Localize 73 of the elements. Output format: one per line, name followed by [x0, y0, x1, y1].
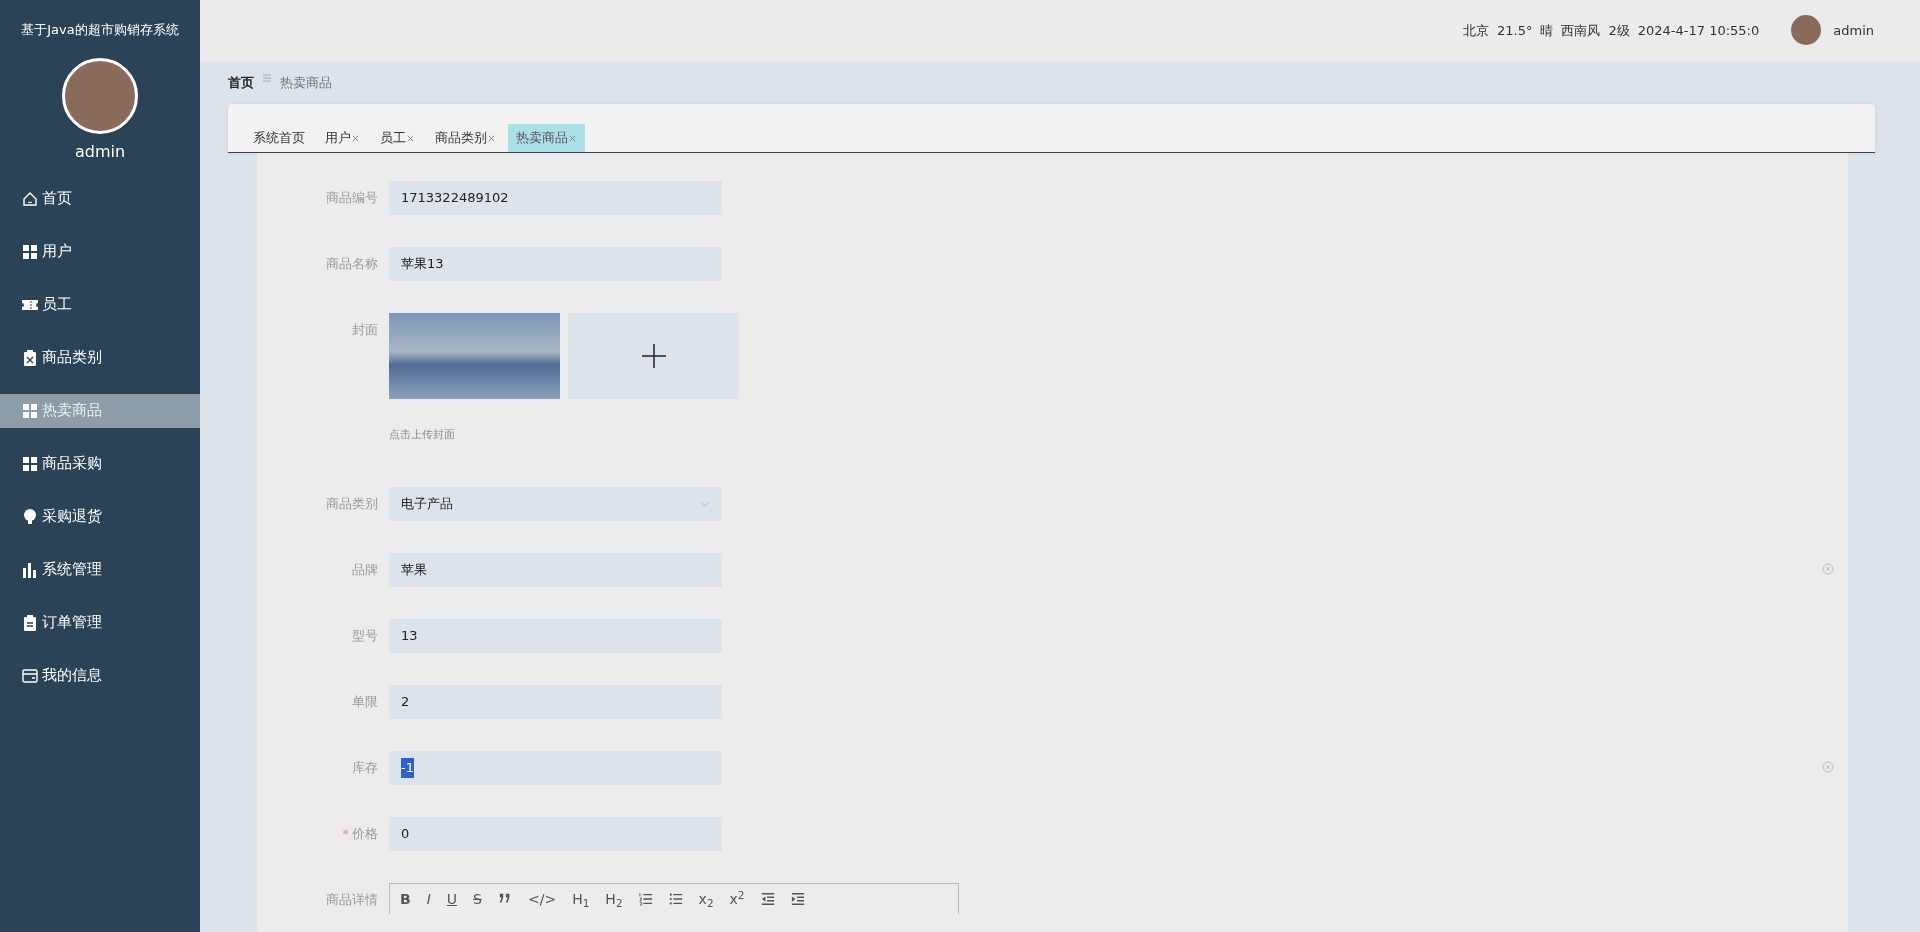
field-label: 库存 — [351, 759, 379, 778]
close-icon[interactable] — [351, 134, 360, 144]
tab[interactable]: 用户 — [317, 124, 368, 152]
format-button[interactable]: S — [473, 892, 482, 907]
close-icon[interactable] — [487, 134, 496, 144]
bullet-list-icon[interactable] — [668, 892, 683, 907]
input-field[interactable]: 13 — [389, 619, 722, 654]
house-icon — [22, 190, 38, 207]
field-label: 单限 — [351, 693, 379, 712]
format-button[interactable]: U — [446, 892, 458, 907]
tab[interactable]: 热卖商品 — [508, 124, 585, 152]
format-button[interactable]: x$_{2}$ — [698, 892, 714, 907]
input-field[interactable]: 0 — [389, 817, 722, 852]
user-name[interactable]: admin — [1833, 20, 1874, 41]
input-field[interactable]: 苹果 — [389, 553, 722, 588]
field-label: 品牌 — [351, 561, 379, 580]
weather-text: 北京 — [1463, 21, 1489, 40]
clipboard-icon — [22, 614, 38, 631]
field-label: 型号 — [351, 627, 379, 646]
separator-icon — [262, 72, 272, 83]
plus-icon — [641, 343, 666, 368]
upload-hint: 点击上传封面 — [389, 426, 456, 443]
bar-chart-icon — [22, 561, 38, 578]
light-bulb-icon — [22, 508, 38, 525]
field-label: 商品名称 — [325, 254, 379, 273]
numbered-list-icon[interactable] — [638, 892, 653, 907]
clipboard-x-icon — [22, 349, 38, 366]
outdent-icon[interactable] — [760, 892, 775, 907]
tab[interactable]: 员工 — [372, 124, 423, 152]
weather-text: 2级 — [1608, 21, 1630, 40]
grid-icon — [22, 402, 38, 419]
tab[interactable]: 商品类别 — [427, 124, 504, 152]
format-button[interactable]: H$_{2}$ — [605, 892, 623, 907]
format-button[interactable]: I — [426, 892, 431, 907]
sidebar-item[interactable]: 我的信息 — [0, 658, 200, 693]
breadcrumb-item[interactable]: 首页 — [228, 72, 254, 93]
sidebar-item[interactable]: 首页 — [0, 181, 200, 216]
format-button[interactable]: B — [400, 892, 411, 907]
app-title: 基于Java的超市购销存系统 — [20, 21, 180, 39]
format-button[interactable]: </> — [527, 892, 557, 907]
input-field[interactable]: 1713322489102 — [389, 180, 722, 215]
format-button[interactable]: x$^{2}$ — [729, 892, 745, 907]
input-field[interactable]: -1 — [389, 751, 722, 786]
weather-text: 2024-4-17 10:55:0 — [1637, 21, 1760, 40]
weather-text: 21.5° — [1497, 21, 1533, 40]
field-label: * 价格 — [341, 825, 379, 844]
input-field[interactable]: 2 — [389, 685, 722, 720]
grid-icon — [22, 243, 38, 260]
field-label: 商品类别 — [325, 495, 379, 514]
sidebar-item[interactable]: 订单管理 — [0, 605, 200, 640]
field-label: 商品详情 — [325, 891, 379, 910]
breadcrumb-item: 热卖商品 — [280, 73, 332, 92]
weather-text: 西南风 — [1561, 21, 1601, 40]
tab[interactable]: 系统首页 — [245, 124, 313, 152]
indent-icon[interactable] — [790, 892, 805, 907]
close-icon[interactable] — [406, 134, 415, 144]
sidebar-item[interactable]: 系统管理 — [0, 552, 200, 587]
sidebar-item[interactable]: 采购退货 — [0, 499, 200, 534]
sidebar-item[interactable]: 商品类别 — [0, 340, 200, 375]
user-name: admin — [73, 140, 127, 163]
wallet-icon — [22, 667, 38, 684]
field-label: 封面 — [351, 320, 379, 339]
sidebar-item[interactable]: 商品采购 — [0, 446, 200, 481]
select-field[interactable]: 电子产品 — [389, 487, 722, 522]
avatar — [1791, 15, 1822, 46]
grid-icon — [22, 455, 38, 472]
format-button[interactable]: H$_{1}$ — [572, 892, 590, 907]
close-icon[interactable] — [568, 134, 577, 144]
sidebar-item[interactable]: 用户 — [0, 234, 200, 269]
input-field[interactable]: 苹果13 — [389, 246, 722, 281]
sidebar-item[interactable]: 员工 — [0, 287, 200, 322]
field-label: 商品编号 — [325, 188, 379, 207]
weather-text: 晴 — [1540, 21, 1554, 40]
